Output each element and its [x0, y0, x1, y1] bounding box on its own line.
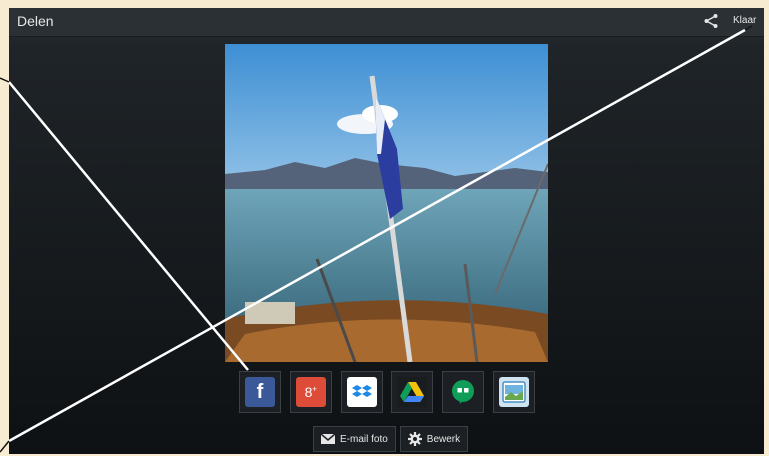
google-drive-share-button[interactable] — [391, 371, 434, 413]
gear-icon — [407, 432, 422, 446]
hangouts-share-button[interactable] — [442, 371, 485, 413]
google-drive-icon — [397, 377, 428, 407]
page-title: Delen — [17, 13, 54, 29]
action-bar: Delen Klaar — [9, 8, 764, 37]
google-plus-icon: 8+ — [295, 377, 326, 407]
email-photo-button[interactable]: E-mail foto — [313, 426, 396, 452]
action-buttons: E-mail foto Bewerk — [313, 426, 469, 452]
edit-label: Bewerk — [426, 433, 461, 445]
facebook-icon: f — [245, 377, 275, 407]
google-plus-share-button[interactable]: 8+ — [289, 371, 332, 413]
mail-icon — [321, 434, 335, 444]
dropbox-share-button[interactable] — [340, 371, 383, 413]
hangouts-icon — [448, 377, 479, 407]
facebook-share-button[interactable]: f — [239, 371, 281, 413]
photo-preview — [225, 44, 548, 362]
email-photo-label: E-mail foto — [340, 433, 388, 445]
gallery-icon — [498, 377, 529, 407]
dropbox-icon — [346, 377, 377, 407]
share-icon[interactable] — [703, 13, 719, 29]
edit-button[interactable]: Bewerk — [399, 426, 469, 452]
share-targets: f 8+ — [239, 371, 535, 413]
gallery-share-button[interactable] — [492, 371, 535, 413]
share-screen: Delen Klaar f 8+ E-mail foto Bewerk — [9, 8, 764, 454]
done-button[interactable]: Klaar — [733, 15, 756, 26]
